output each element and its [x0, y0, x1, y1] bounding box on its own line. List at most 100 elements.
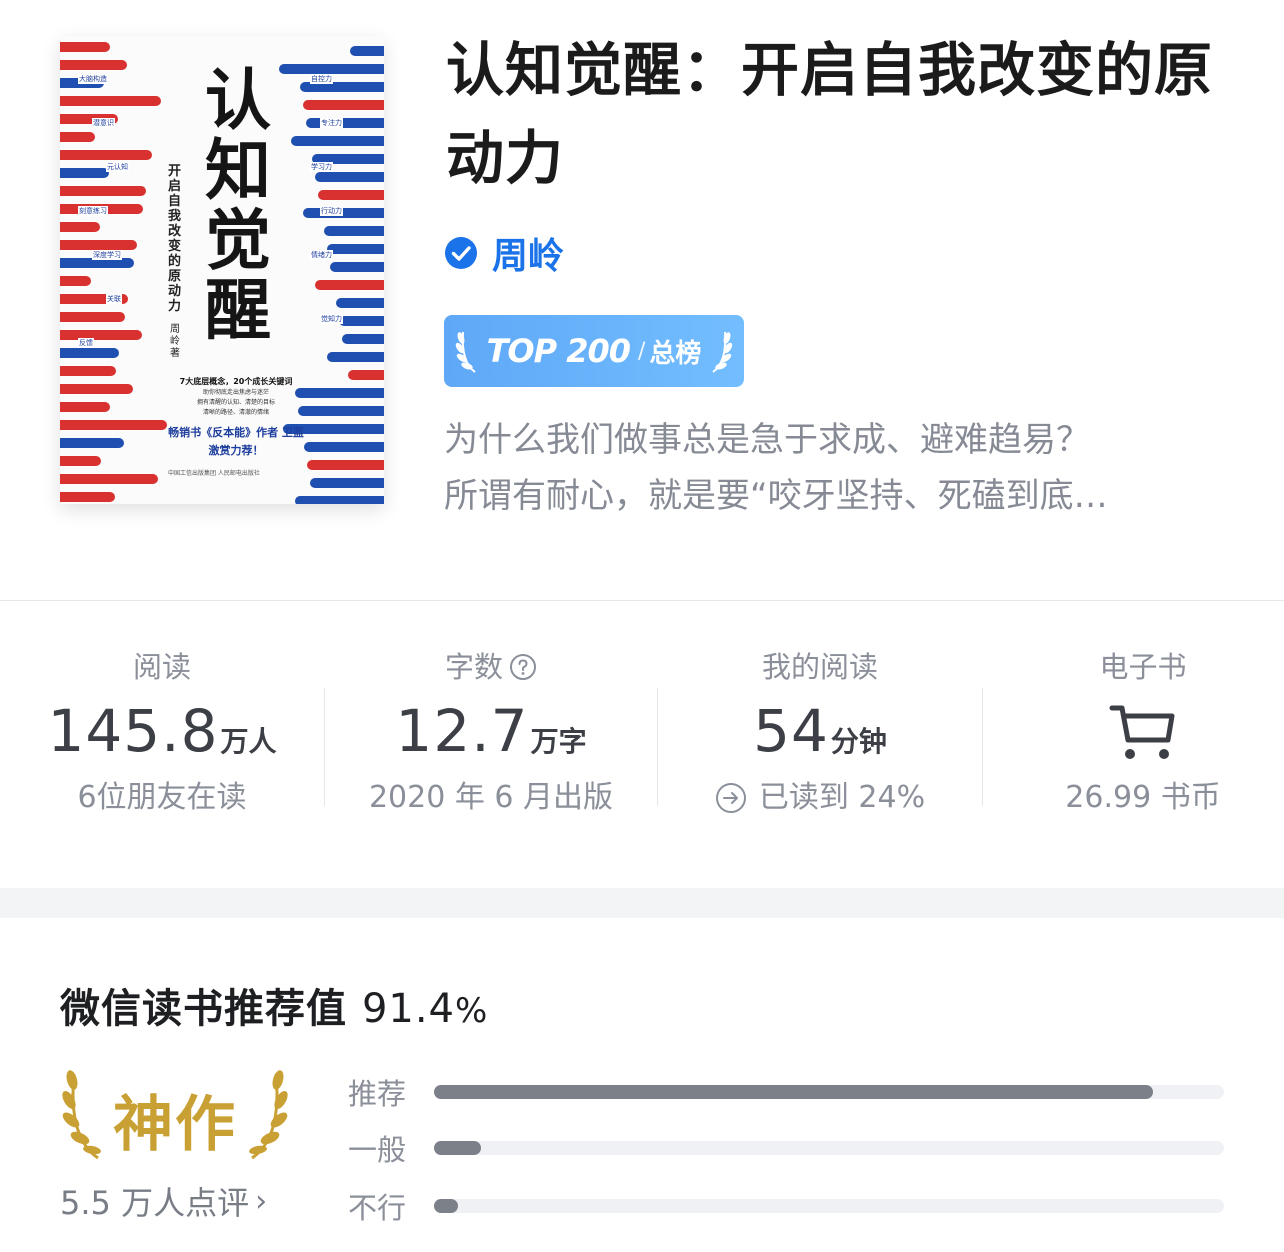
- cover-title: 认 知 觉 醒: [205, 62, 271, 349]
- cover-stripe: [60, 384, 133, 394]
- cover-stripe: [60, 402, 110, 412]
- help-icon[interactable]: [509, 653, 537, 681]
- cover-stripe: [336, 298, 384, 308]
- book-cover[interactable]: 认 知 觉 醒 开启自我改变的原动力 周岭 著 大脑构造 潜意识 元认知 刻意练习 深度…: [60, 36, 384, 504]
- review-count-link[interactable]: 5.5 万人点评 ›: [60, 1178, 267, 1224]
- recommendation-label: 微信读书推荐值: [60, 986, 347, 1032]
- cover-stripe: [60, 150, 152, 160]
- cover-stripe: [348, 370, 384, 380]
- cover-stripe: [315, 172, 384, 182]
- section-separator: [0, 888, 1284, 918]
- stat-my-reading-label: 我的阅读: [761, 650, 878, 684]
- stat-reading-number: 145.8: [47, 697, 219, 765]
- cover-stripe: [60, 420, 167, 430]
- rank-label: 总榜: [649, 338, 702, 369]
- grade-badge: 神作: [60, 1062, 290, 1168]
- rating-bar-average: 一般: [348, 1128, 1228, 1168]
- cover-stripe: [60, 132, 95, 142]
- cover-stripe: [60, 96, 161, 106]
- cover-keyword: 深度学习: [92, 250, 122, 260]
- stat-reading[interactable]: 阅读 145.8万人 6位朋友在读: [0, 640, 324, 840]
- cover-stripe: [342, 334, 384, 344]
- recommendation-value: 91.4: [361, 986, 455, 1032]
- stat-words-label-row: 字数: [325, 640, 657, 694]
- cover-stripe: [304, 442, 384, 452]
- cover-stripe: [60, 42, 110, 52]
- cover-stripe: [60, 222, 100, 232]
- cover-stripe: [60, 60, 127, 70]
- rank-badge[interactable]: TOP 200 / 总榜: [444, 315, 744, 387]
- cover-stripe: [60, 312, 125, 322]
- rank-top-text: TOP 200: [486, 332, 631, 370]
- stat-word-count[interactable]: 字数 12.7万字 2020 年 6 月出版: [325, 640, 657, 840]
- gold-laurel-right-icon: [249, 1070, 288, 1160]
- review-count: 5.5 万人点评: [60, 1184, 250, 1222]
- intro-line: 所谓有耐心，就是要“咬牙坚持、死磕到底…: [444, 476, 1108, 516]
- author-row[interactable]: 周岭: [444, 227, 564, 279]
- stat-reading-label: 阅读: [132, 650, 191, 684]
- cover-stripe: [60, 366, 116, 376]
- cover-keyword: 情绪力: [310, 250, 333, 260]
- rating-bar-track: [434, 1085, 1224, 1099]
- cover-stripe: [327, 244, 384, 254]
- stat-my-reading-number: 54: [753, 697, 829, 765]
- stat-reading-progress-row[interactable]: 已读到 24%: [658, 768, 982, 828]
- cover-stripe: [306, 118, 384, 128]
- cover-stripe: [291, 136, 384, 146]
- cover-stripe: [60, 456, 101, 466]
- rating-bar-label: 推荐: [348, 1077, 407, 1111]
- stat-reading-friends: 6位朋友在读: [77, 780, 247, 815]
- stat-words-number: 12.7: [395, 697, 529, 765]
- cover-stripe: [303, 208, 384, 218]
- stat-my-reading[interactable]: 我的阅读 54分钟 已读到 24%: [658, 640, 982, 840]
- rank-slash: /: [637, 338, 646, 364]
- laurel-left-icon: [455, 331, 476, 373]
- cover-keyword: 潜意识: [92, 118, 115, 128]
- author-name[interactable]: 周岭: [492, 227, 564, 279]
- stat-ebook-cart[interactable]: [983, 694, 1284, 768]
- stat-publish-date: 2020 年 6 月出版: [368, 780, 614, 815]
- rating-bar-fill: [434, 1199, 458, 1213]
- book-title: 认知觉醒：开启自我改变的原动力: [446, 36, 1214, 192]
- laurel-right-icon: [712, 331, 733, 373]
- cover-author: 周岭 著: [170, 324, 180, 359]
- stat-my-reading-unit: 分钟: [830, 725, 887, 758]
- cover-keyword: 行动力: [320, 206, 343, 216]
- cover-publisher: 中国工信出版集团 人民邮电出版社: [168, 470, 260, 477]
- cover-stripe: [60, 168, 109, 178]
- cover-stripe: [60, 438, 124, 448]
- stat-words-label: 字数: [444, 650, 503, 684]
- cover-stripe: [60, 474, 158, 484]
- cover-keyword: 觉知力: [320, 314, 343, 324]
- stat-ebook-label: 电子书: [1099, 650, 1187, 684]
- cover-keyword: 反馈: [78, 338, 94, 348]
- cover-keyword: 刻意练习: [78, 206, 108, 216]
- cover-stripe: [295, 496, 384, 504]
- cover-stripe: [327, 352, 384, 362]
- rating-bar-fill: [434, 1141, 482, 1155]
- cover-blurb: 7大底层概念，20个成长关键词 助你彻底走出焦虑与迷茫 拥有清醒的认知、清楚的目…: [168, 377, 304, 457]
- stat-words-unit: 万字: [530, 725, 587, 758]
- cover-keyword: 大脑构造: [78, 74, 108, 84]
- cover-stripe: [60, 348, 119, 358]
- stat-ebook[interactable]: 电子书 26.99 书币: [983, 640, 1284, 840]
- stat-my-reading-value: 54分钟: [658, 694, 982, 768]
- grade-text: 神作: [113, 1090, 237, 1160]
- stat-ebook-price: 26.99 书币: [1065, 780, 1221, 815]
- cover-stripe: [315, 280, 384, 290]
- cover-stripe: [60, 240, 137, 250]
- cover-stripe: [324, 226, 384, 236]
- cover-keyword: 关联: [106, 294, 122, 304]
- arrow-circle-icon: [715, 783, 746, 813]
- rating-bar-label: 不行: [348, 1191, 407, 1225]
- divider: [0, 600, 1284, 601]
- book-intro[interactable]: 为什么我们做事总是急于求成、避难趋易？ 所谓有耐心，就是要“咬牙坚持、死磕到底…: [444, 412, 1234, 524]
- cover-keyword: 专注力: [320, 118, 343, 128]
- rating-bar-fill: [434, 1085, 1153, 1099]
- cart-icon[interactable]: [1108, 700, 1178, 764]
- cover-keyword: 学习力: [310, 162, 333, 172]
- cover-stripe: [307, 460, 384, 470]
- stat-reading-progress: 已读到 24%: [758, 780, 926, 815]
- chevron-right-icon: ›: [255, 1183, 268, 1219]
- cover-keyword: 自控力: [310, 74, 333, 84]
